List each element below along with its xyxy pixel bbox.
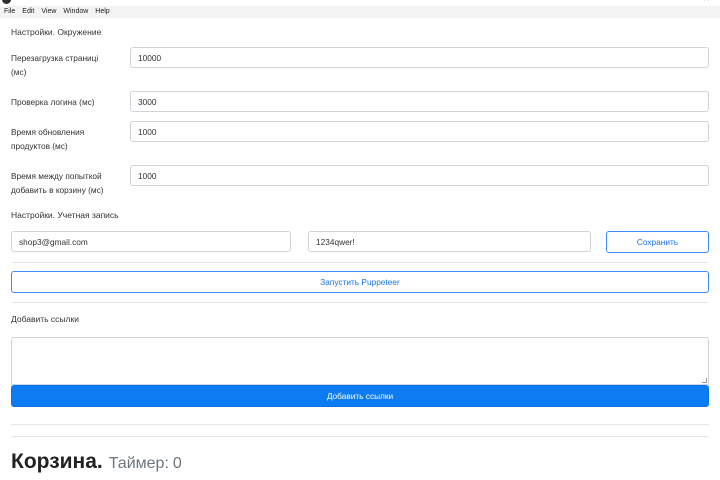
menu-window[interactable]: Window [63,6,88,18]
cart-heading: Корзина. Таймер: 0 [11,450,182,474]
product-refresh-label-line: продуктов (мс) [11,141,68,151]
page-reload-label: Перезагрузка страниці (мс) [11,51,98,79]
add-links-button[interactable]: Добавить ссылки [11,385,709,407]
close-icon[interactable]: ✕ [703,0,710,3]
page-reload-input[interactable]: 10000 [130,47,709,68]
menu-view[interactable]: View [41,6,56,18]
divider [11,262,709,263]
login-check-label: Проверка логина (мс) [11,95,95,109]
resize-grip-icon[interactable] [702,378,707,383]
page-reload-label-line: (мс) [11,67,27,77]
product-refresh-input[interactable]: 1000 [130,121,709,142]
add-to-cart-interval-label-line: добавить в корзину (мс) [11,185,104,195]
add-to-cart-interval-label-line: Время между попыткой [11,171,102,181]
product-refresh-label-line: Время обновления [11,127,85,137]
login-check-label-line: Проверка логина (мс) [11,97,95,107]
links-section-title: Добавить ссылки [11,314,79,324]
divider [11,436,709,437]
divider [11,424,709,425]
app-icon [2,0,11,4]
email-field[interactable]: shop3@gmail.com [11,231,291,252]
product-refresh-label: Время обновления продуктов (мс) [11,125,84,153]
launch-puppeteer-button[interactable]: Запустить Puppeteer [11,271,709,293]
environment-section-title: Настройки. Окружение [11,27,102,37]
add-to-cart-interval-input[interactable]: 1000 [130,165,709,186]
save-button[interactable]: Сохранить [606,231,709,253]
account-section-title: Настройки. Учетная запись [11,210,119,220]
minimize-icon[interactable]: ─ [678,0,684,3]
divider [11,302,709,303]
links-textarea[interactable] [11,337,709,385]
cart-title: Корзина. [11,450,103,473]
menu-bar: File Edit View Window Help [0,6,720,18]
menu-help[interactable]: Help [95,6,109,18]
password-field[interactable]: 1234qwer! [308,231,591,252]
add-to-cart-interval-label: Время между попыткой добавить в корзину … [11,169,104,197]
cart-timer-value: 0 [172,455,182,472]
page-reload-label-line: Перезагрузка страниці [11,53,99,63]
login-check-input[interactable]: 3000 [130,91,709,112]
cart-timer-label: Таймер: [108,455,169,472]
menu-edit[interactable]: Edit [22,6,34,18]
menu-file[interactable]: File [4,6,15,18]
